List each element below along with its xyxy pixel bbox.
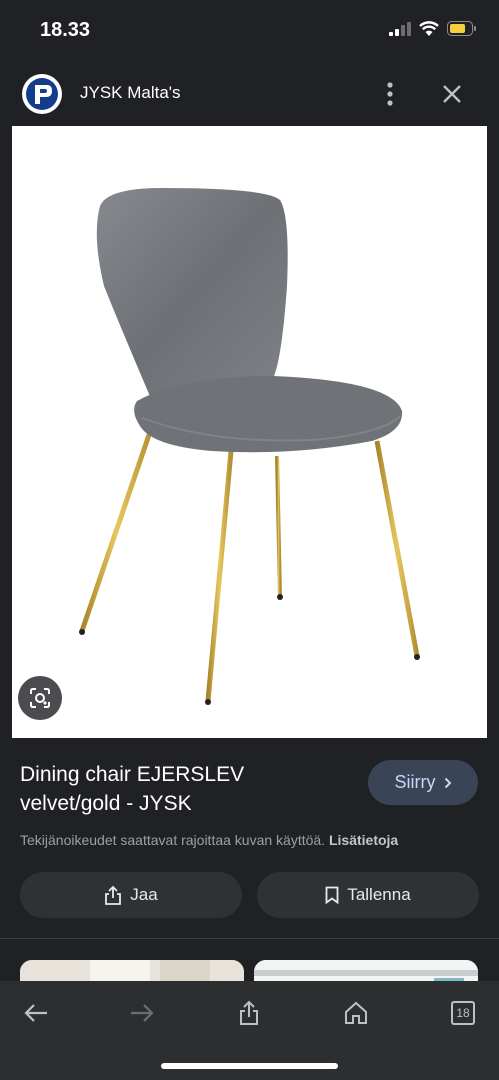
share-label: Jaa [130, 885, 158, 904]
room-photo [20, 960, 244, 981]
save-button[interactable]: Tallenna [257, 872, 479, 918]
chair-image [79, 188, 420, 705]
visit-button[interactable]: Siirry [368, 760, 478, 805]
image-viewer [0, 126, 499, 738]
back-button[interactable] [16, 993, 56, 1033]
close-icon [443, 85, 461, 103]
learn-more-link[interactable]: Lisätietoja [329, 832, 398, 848]
chevron-right-icon [444, 777, 451, 788]
app-header: JYSK Malta's [0, 62, 499, 126]
product-title[interactable]: Dining chair EJERSLEV velvet/gold - JYSK [20, 760, 340, 818]
status-icons [389, 21, 477, 36]
status-time: 18.33 [40, 19, 91, 41]
product-image[interactable] [12, 126, 487, 738]
site-title[interactable]: JYSK Malta's [80, 83, 181, 103]
site-logo[interactable] [22, 74, 62, 114]
home-icon [345, 1001, 367, 1024]
jysk-logo-icon [26, 78, 58, 110]
arrow-right-icon [131, 1004, 154, 1022]
lens-search-button[interactable] [18, 676, 62, 720]
room-photo [254, 960, 478, 981]
tabs-button[interactable]: 18 [443, 993, 483, 1033]
related-images [0, 939, 499, 981]
lens-icon [30, 688, 50, 708]
product-title-line2: velvet/gold - JYSK [20, 792, 192, 815]
browser-toolbar: 18 [0, 981, 499, 1080]
share-icon [105, 885, 122, 905]
copyright-text: Tekijänoikeudet saattavat rajoittaa kuva… [20, 832, 326, 848]
share-page-button[interactable] [229, 993, 269, 1033]
signal-icon [389, 21, 411, 36]
save-label: Tallenna [347, 885, 411, 904]
tab-count: 18 [451, 1001, 475, 1025]
share-button[interactable]: Jaa [20, 872, 242, 918]
image-info-panel: Dining chair EJERSLEV velvet/gold - JYSK… [0, 738, 499, 938]
forward-button[interactable] [122, 993, 162, 1033]
battery-icon [447, 21, 476, 36]
related-image-thumbnail[interactable] [254, 960, 478, 981]
more-vert-icon [387, 82, 393, 106]
close-button[interactable] [436, 78, 468, 110]
more-options-button[interactable] [380, 80, 400, 108]
copyright-notice: Tekijänoikeudet saattavat rajoittaa kuva… [20, 832, 398, 848]
visit-button-label: Siirry [394, 772, 436, 792]
home-indicator[interactable] [161, 1063, 338, 1069]
home-button[interactable] [336, 993, 376, 1033]
status-bar: 18.33 [0, 0, 499, 62]
product-title-line1: Dining chair EJERSLEV [20, 763, 245, 786]
arrow-left-icon [24, 1004, 47, 1022]
share-icon [240, 1000, 258, 1025]
related-image-thumbnail[interactable] [20, 960, 244, 981]
bookmark-icon [325, 886, 339, 904]
wifi-icon [419, 21, 439, 36]
